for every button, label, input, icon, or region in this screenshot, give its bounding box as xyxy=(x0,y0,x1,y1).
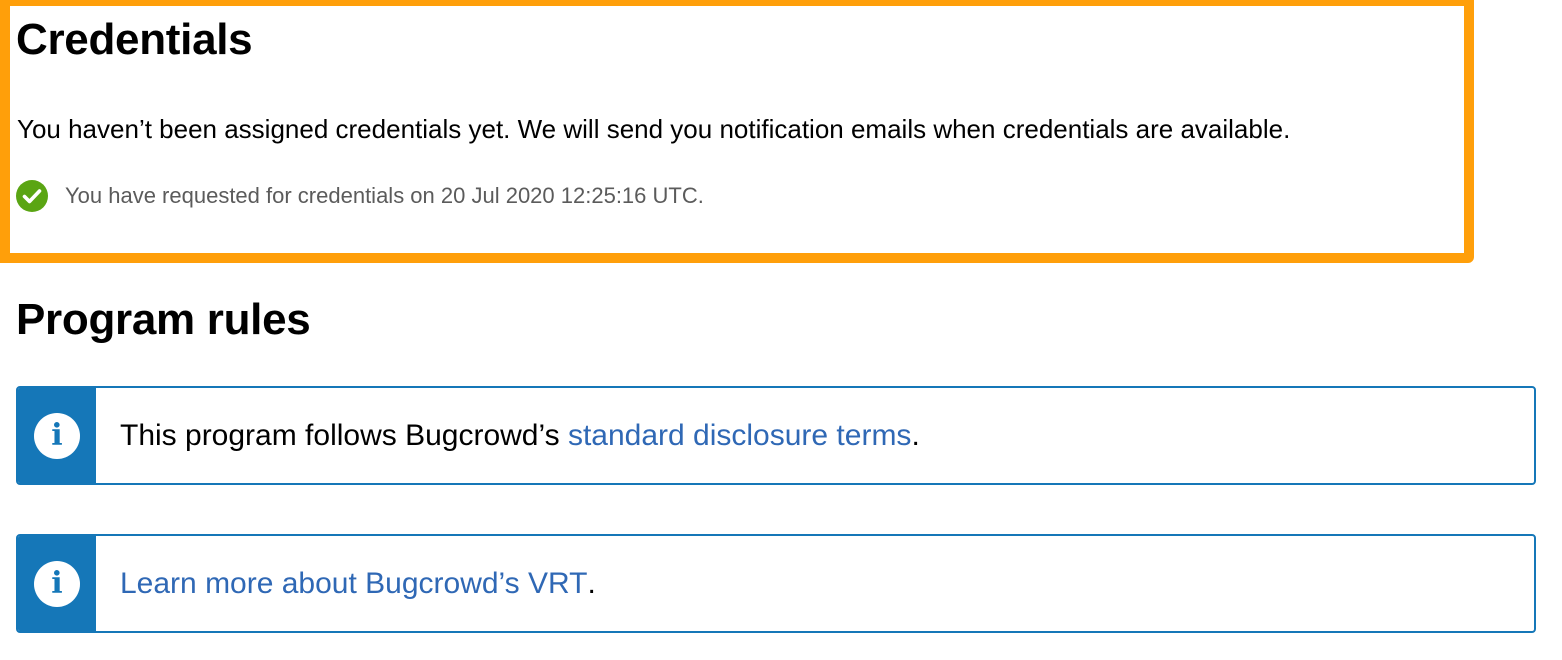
notice-stripe: i xyxy=(18,388,96,483)
info-icon: i xyxy=(34,412,80,459)
credentials-title: Credentials xyxy=(16,15,253,64)
info-icon: i xyxy=(34,560,80,607)
page: Credentials You haven’t been assigned cr… xyxy=(0,0,1562,660)
credentials-message: You haven’t been assigned credentials ye… xyxy=(17,114,1291,144)
status-text: You have requested for credentials on 20… xyxy=(65,183,704,208)
disclosure-terms-notice: i This program follows Bugcrowd’s standa… xyxy=(16,386,1536,485)
check-circle-icon xyxy=(16,180,48,212)
vrt-notice: i Learn more about Bugcrowd’s VRT . xyxy=(16,534,1536,633)
learn-more-vrt-link[interactable]: Learn more about Bugcrowd’s VRT xyxy=(120,567,587,601)
program-rules-title: Program rules xyxy=(16,295,311,344)
notice-suffix: . xyxy=(587,566,596,600)
notice-prefix: This program follows Bugcrowd’s xyxy=(120,418,568,452)
credentials-request-status: You have requested for credentials on 20… xyxy=(16,180,704,212)
notice-suffix: . xyxy=(911,418,920,452)
notice-stripe: i xyxy=(18,536,96,631)
standard-disclosure-terms-link[interactable]: standard disclosure terms xyxy=(568,419,911,453)
notice-text: Learn more about Bugcrowd’s VRT . xyxy=(96,536,596,631)
notice-text: This program follows Bugcrowd’s standard… xyxy=(96,388,920,483)
